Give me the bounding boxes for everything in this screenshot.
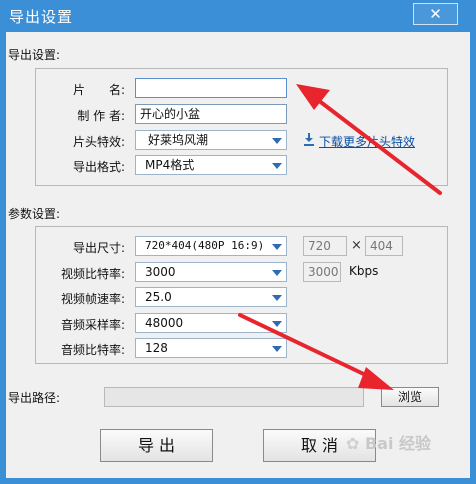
annotation-arrows (238, 84, 442, 390)
annotation-arrowhead-browse (358, 367, 394, 390)
annotation-arrow-browse (238, 313, 374, 380)
annotation-arrow-name (316, 98, 442, 195)
